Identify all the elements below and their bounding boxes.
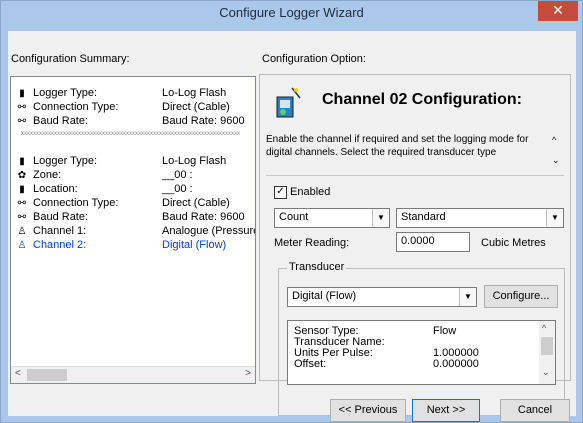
- cancel-button[interactable]: Cancel: [500, 399, 570, 422]
- summary-key: Logger Type:: [33, 87, 98, 99]
- summary-value: Digital (Flow): [162, 239, 227, 251]
- mode-select-value: Count: [279, 211, 309, 223]
- meter-reading-label: Meter Reading:: [274, 237, 350, 249]
- channel-icon: ♙: [17, 226, 27, 237]
- summary-row[interactable]: ⚯ Baud Rate: Baud Rate: 9600: [15, 211, 245, 225]
- summary-row[interactable]: ♙ Channel 2: Digital (Flow): [15, 239, 227, 253]
- summary-row[interactable]: ⚯ Baud Rate: Baud Rate: 9600: [15, 115, 245, 129]
- zone-icon: ✿: [17, 170, 27, 181]
- summary-key: Logger Type:: [33, 155, 98, 167]
- summary-key: Baud Rate:: [33, 115, 89, 127]
- properties-scrollbar[interactable]: ^ ⌄: [539, 321, 555, 384]
- summary-key: Channel 1:: [33, 225, 87, 237]
- close-button[interactable]: ✕: [538, 1, 578, 21]
- scroll-thumb[interactable]: [27, 369, 67, 381]
- title-bar[interactable]: Configure Logger Wizard ✕: [1, 1, 582, 25]
- summary-value: __00 :: [162, 183, 193, 195]
- channel-icon: [276, 87, 301, 118]
- baud-icon: ⚯: [17, 212, 27, 223]
- chevron-down-icon[interactable]: ▼: [459, 288, 476, 306]
- summary-value: Analogue (Pressure): [162, 225, 256, 237]
- transducer-properties-list[interactable]: ^ ⌄ Sensor Type: Flow Transducer Name: Unit…: [287, 320, 556, 385]
- summary-value: __00 :: [162, 169, 193, 181]
- location-icon: ▮: [19, 184, 25, 195]
- summary-value: Lo-Log Flash: [162, 87, 227, 99]
- description-scrollbar[interactable]: ^ ⌄: [552, 135, 564, 171]
- next-button[interactable]: Next >>: [412, 399, 480, 422]
- summary-key: Channel 2:: [33, 239, 87, 251]
- scroll-thumb[interactable]: [541, 337, 553, 355]
- window-title: Configure Logger Wizard: [219, 5, 364, 20]
- summary-label: Configuration Summary:: [11, 53, 130, 65]
- scroll-up-icon[interactable]: ^: [542, 323, 546, 333]
- scroll-left-icon[interactable]: <: [15, 368, 21, 379]
- connection-icon: ⚯: [17, 102, 27, 113]
- baud-icon: ⚯: [17, 116, 27, 127]
- property-value: Flow: [433, 325, 457, 337]
- meter-unit-label: Cubic Metres: [481, 237, 546, 249]
- scroll-right-icon[interactable]: >: [245, 368, 251, 379]
- summary-row[interactable]: ▮ Logger Type: Lo-Log Flash: [15, 87, 226, 101]
- summary-key: Connection Type:: [33, 101, 119, 113]
- page-heading: Channel 02 Configuration:: [322, 91, 522, 108]
- logger-icon: ▮: [19, 156, 25, 167]
- chevron-down-icon[interactable]: ▼: [372, 209, 389, 227]
- meter-reading-input[interactable]: 0.0000: [396, 232, 470, 252]
- summary-row[interactable]: ⚯ Connection Type: Direct (Cable): [15, 197, 230, 211]
- summary-value: Lo-Log Flash: [162, 155, 227, 167]
- summary-list[interactable]: ▮ Logger Type: Lo-Log Flash ⚯ Connection Typ…: [10, 76, 256, 384]
- enabled-label: Enabled: [290, 186, 331, 198]
- summary-separator: xxxxxxxxxxxxxxxxxxxxxxxxxxxxxxxxxxxxxxxx…: [21, 131, 240, 135]
- mode-select[interactable]: Count ▼: [274, 208, 390, 228]
- summary-key: Baud Rate:: [33, 211, 89, 223]
- enabled-checkbox[interactable]: ✓: [274, 186, 287, 199]
- summary-key: Connection Type:: [33, 197, 119, 209]
- summary-value: Direct (Cable): [162, 197, 230, 209]
- summary-key: Zone:: [33, 169, 62, 181]
- type-select[interactable]: Standard ▼: [396, 208, 564, 228]
- property-value: 0.000000: [433, 358, 479, 370]
- summary-row[interactable]: ♙ Channel 1: Analogue (Pressure): [15, 225, 255, 239]
- summary-row[interactable]: ▮ Location: __00 :: [15, 183, 192, 197]
- configure-button[interactable]: Configure...: [484, 285, 558, 308]
- summary-row[interactable]: ▮ Logger Type: Lo-Log Flash: [15, 155, 226, 169]
- type-select-value: Standard: [401, 211, 446, 223]
- summary-value: Direct (Cable): [162, 101, 230, 113]
- transducer-select-value: Digital (Flow): [292, 290, 357, 302]
- channel-icon: ♙: [17, 240, 27, 251]
- chevron-down-icon[interactable]: ▼: [546, 209, 563, 227]
- summary-key: Location:: [33, 183, 78, 195]
- option-label: Configuration Option:: [262, 53, 366, 65]
- transducer-select[interactable]: Digital (Flow) ▼: [287, 287, 477, 307]
- summary-value: Baud Rate: 9600: [162, 211, 245, 223]
- scroll-down-icon[interactable]: ⌄: [542, 367, 550, 378]
- divider: [266, 175, 564, 176]
- transducer-group: Transducer Digital (Flow) ▼ Configure...…: [278, 261, 565, 416]
- property-key: Offset:: [294, 358, 327, 370]
- connection-icon: ⚯: [17, 198, 27, 209]
- summary-row[interactable]: ✿ Zone: __00 :: [15, 169, 193, 183]
- summary-row[interactable]: ⚯ Connection Type: Direct (Cable): [15, 101, 230, 115]
- meter-reading-value: 0.0000: [401, 235, 435, 247]
- logger-icon: ▮: [19, 88, 25, 99]
- summary-hscrollbar[interactable]: < >: [11, 366, 255, 383]
- previous-button[interactable]: << Previous: [330, 399, 406, 422]
- summary-value: Baud Rate: 9600: [162, 115, 245, 127]
- description-text: Enable the channel if required and set t…: [266, 134, 529, 158]
- wizard-window: Configure Logger Wizard ✕ Configuration …: [0, 0, 583, 423]
- transducer-group-label: Transducer: [287, 261, 347, 273]
- client-area: Configuration Summary: ▮ Logger Type: Lo-L…: [8, 31, 576, 422]
